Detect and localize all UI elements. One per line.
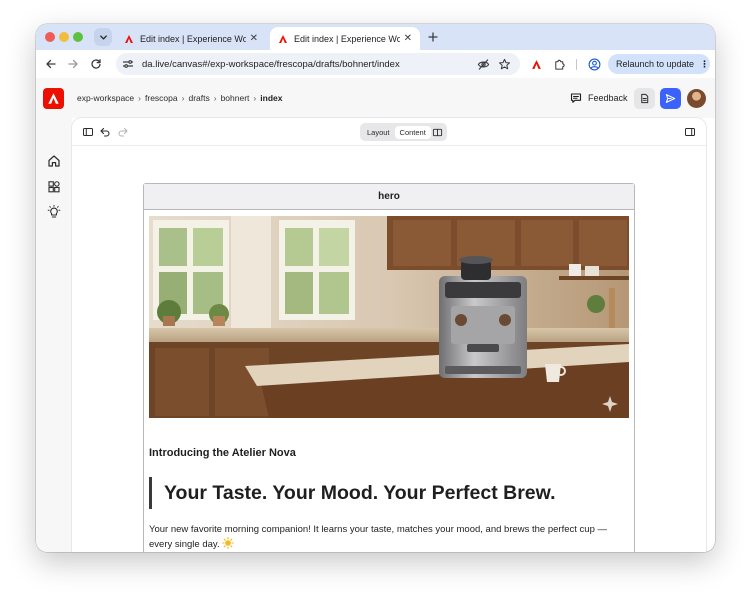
star-icon [498,58,510,69]
toolbar-separator [576,59,577,70]
chevron-right-icon: › [138,93,142,103]
tab-inactive[interactable]: Edit index | Experience Workspace ✕ [116,27,266,50]
content-view-button[interactable]: Content [394,125,431,139]
adobe-favicon-icon [125,34,133,43]
chevron-right-icon: › [213,93,217,103]
hero-headline-text: Your Taste. Your Mood. Your Perfect Brew… [164,481,556,504]
chevron-down-icon [99,34,107,40]
back-button[interactable] [43,56,59,72]
reload-button[interactable] [88,56,104,72]
toggle-panel-button[interactable] [683,125,697,139]
document-button[interactable] [634,88,655,109]
tab-close-icon[interactable]: ✕ [404,33,412,44]
app-header: exp-workspace › frescopa › drafts › bohn… [36,78,715,118]
kitchen-espresso-image [149,216,629,418]
chevron-right-icon: › [253,93,257,103]
breadcrumb-item[interactable]: exp-workspace [77,93,134,103]
toggle-sidebar-button[interactable] [81,125,95,139]
breadcrumb-item[interactable]: frescopa [145,93,178,103]
editor-toolbar: Layout Content [72,118,706,146]
publish-button[interactable] [660,88,681,109]
adobe-logo-icon [48,93,59,104]
split-view-icon [433,128,443,136]
adobe-favicon-icon [279,34,287,43]
url-text: da.live/canvas#/exp-workspace/frescopa/d… [142,58,400,70]
breadcrumb-item[interactable]: drafts [188,93,209,103]
redo-icon [118,127,128,137]
hero-intro-heading[interactable]: Introducing the Atelier Nova [149,447,296,459]
document-icon [641,93,649,104]
new-tab-button[interactable] [424,28,442,46]
minimize-window-button[interactable] [59,32,69,42]
zoom-window-button[interactable] [73,32,83,42]
tab-title: Edit index | Experience Workspace [294,33,400,44]
reload-icon [91,59,101,69]
sidebar-left-icon [83,128,93,136]
rail-ideas-button[interactable] [45,203,63,221]
chevron-right-icon: › [181,93,185,103]
undo-button[interactable] [98,125,112,139]
redo-button[interactable] [116,125,130,139]
relaunch-label: Relaunch to update [616,59,695,69]
feedback-label: Feedback [588,93,628,103]
adobe-logo[interactable] [43,88,64,109]
plus-icon [428,32,438,42]
blocks-icon [48,181,60,193]
profile-button[interactable] [586,56,602,72]
hero-body-text: Your new favorite morning companion! It … [149,524,607,550]
arrow-left-icon [46,59,56,69]
bookmark-star-button[interactable] [497,57,511,71]
adobe-logo-icon [531,59,541,69]
relaunch-button[interactable]: Relaunch to update ⋮ [608,54,710,74]
send-icon [665,94,676,103]
arrow-right-icon [68,59,78,69]
tab-title: Edit index | Experience Workspace [140,33,246,44]
home-icon [48,155,60,167]
left-rail [36,118,72,552]
tracking-protection-icon[interactable] [476,57,490,71]
editor-panel: Layout Content hero Introducing the Atel… [72,118,706,552]
more-vertical-icon: ⋮ [700,58,709,69]
hero-block[interactable]: hero Introducing the Atelier Nova Your T… [143,183,635,552]
rail-home-button[interactable] [45,152,63,170]
split-view-button[interactable] [431,125,445,139]
breadcrumb-item[interactable]: bohnert [221,93,250,103]
adobe-extension-button[interactable] [528,56,544,72]
account-icon [588,58,600,70]
puzzle-icon [554,59,565,70]
breadcrumb-current: index [260,93,283,103]
layout-view-button[interactable]: Layout [362,126,395,139]
tab-close-icon[interactable]: ✕ [250,33,258,44]
extensions-button[interactable] [551,56,567,72]
hero-image[interactable] [149,216,629,418]
sidebar-right-icon [685,128,695,136]
tab-search-button[interactable] [94,28,112,46]
hero-body-paragraph[interactable]: Your new favorite morning companion! It … [149,522,619,552]
browser-toolbar: da.live/canvas#/exp-workspace/frescopa/d… [36,50,715,78]
view-toggle: Layout Content [360,123,447,141]
hero-headline[interactable]: Your Taste. Your Mood. Your Perfect Brew… [149,477,619,509]
feedback-button[interactable]: Feedback [570,90,628,106]
avatar[interactable] [687,89,706,108]
rail-blocks-button[interactable] [45,178,63,196]
breadcrumb: exp-workspace › frescopa › drafts › bohn… [77,93,282,103]
eye-off-icon [477,58,489,70]
close-window-button[interactable] [45,32,55,42]
sun-emoji-icon [221,537,234,549]
document-canvas: hero Introducing the Atelier Nova Your T… [72,147,706,552]
address-bar[interactable]: da.live/canvas#/exp-workspace/frescopa/d… [116,53,520,75]
browser-window: Edit index | Experience Workspace ✕ Edit… [36,24,715,552]
lightbulb-icon [47,205,61,218]
block-name: hero [144,184,634,210]
undo-icon [100,127,110,137]
site-settings-icon[interactable] [122,58,134,70]
tab-strip: Edit index | Experience Workspace ✕ Edit… [36,24,715,50]
forward-button[interactable] [65,56,81,72]
tab-active[interactable]: Edit index | Experience Workspace ✕ [270,27,420,50]
comment-icon [570,93,582,103]
